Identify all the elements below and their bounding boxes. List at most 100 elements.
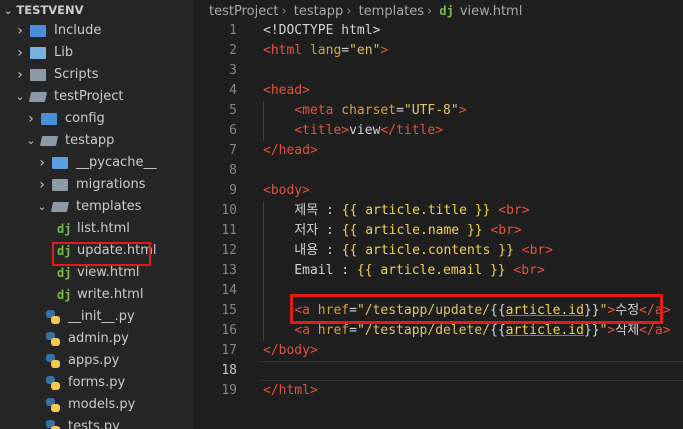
chevron-right-icon[interactable]: › (14, 20, 26, 42)
breadcrumb-item[interactable]: testapp (294, 4, 343, 19)
tree-item-apps-py[interactable]: apps.py (0, 350, 193, 372)
line-number: 16 (221, 323, 237, 338)
code-line[interactable]: 11 저자 : {{ article.name }} <br> (193, 221, 683, 241)
tree-item-templates[interactable]: ⌄ templates (0, 196, 193, 218)
tree-item-scripts[interactable]: › Scripts (0, 64, 193, 86)
tree-item-label: write.html (77, 287, 144, 302)
django-icon: dj (57, 288, 72, 302)
code-text: 저자 : {{ article.name }} <br> (263, 223, 522, 238)
chevron-right-icon[interactable]: › (36, 174, 48, 196)
indent-guide (263, 101, 264, 141)
django-icon: dj (57, 222, 72, 236)
python-icon (46, 376, 60, 390)
code-line[interactable]: 9 <body> (193, 181, 683, 201)
code-line[interactable]: 1 <!DOCTYPE html> (193, 21, 683, 41)
code-line[interactable]: 15 <a href="/testapp/update/{{article.id… (193, 301, 683, 321)
tree-item-label: __pycache__ (76, 155, 157, 170)
tree-item-label: __init__.py (68, 309, 135, 324)
line-number: 7 (229, 143, 237, 158)
tree-item-admin-py[interactable]: admin.py (0, 328, 193, 350)
chevron-right-icon[interactable]: › (36, 152, 48, 174)
code-text: <html lang="en"> (263, 43, 389, 58)
line-number: 8 (229, 163, 237, 178)
tree-item-config[interactable]: › config (0, 108, 193, 130)
tree-item-view-html[interactable]: dj view.html (0, 262, 193, 284)
chevron-right-icon[interactable]: › (14, 64, 26, 86)
chevron-right-icon[interactable]: › (14, 42, 26, 64)
code-line[interactable]: 14 (193, 281, 683, 301)
tree-item-label: Lib (54, 45, 74, 60)
breadcrumb-file[interactable]: view.html (460, 4, 523, 19)
line-number: 12 (221, 243, 237, 258)
breadcrumb-item[interactable]: templates (359, 4, 424, 19)
code-text: <head> (263, 83, 310, 98)
line-number: 10 (221, 203, 237, 218)
tree-item-forms-py[interactable]: forms.py (0, 372, 193, 394)
code-line[interactable]: 8 (193, 161, 683, 181)
tree-item-label: testapp (65, 133, 115, 148)
tree-item-label: testProject (54, 89, 124, 104)
code-line[interactable]: 19 </html> (193, 381, 683, 401)
chevron-right-icon: › (346, 4, 352, 19)
breadcrumb-item[interactable]: testProject (209, 4, 278, 19)
code-line[interactable]: 13 Email : {{ article.email }} <br> (193, 261, 683, 281)
line-number: 6 (229, 123, 237, 138)
code-line[interactable]: 2 <html lang="en"> (193, 41, 683, 61)
line-number: 19 (221, 383, 237, 398)
explorer-root[interactable]: ⌄ TESTVENV (0, 0, 193, 20)
code-line[interactable]: 6 <title>view</title> (193, 121, 683, 141)
chevron-right-icon: › (427, 4, 433, 19)
tree-item-label: Scripts (54, 67, 99, 82)
tree-item-lib[interactable]: › Lib (0, 42, 193, 64)
tree-item-label: list.html (77, 221, 130, 236)
line-number: 2 (229, 43, 237, 58)
code-line[interactable]: 16 <a href="/testapp/delete/{{article.id… (193, 321, 683, 341)
tree-item-init-py[interactable]: __init__.py (0, 306, 193, 328)
line-number: 18 (221, 363, 237, 378)
tree-item-tests-py[interactable]: tests.py (0, 416, 193, 429)
code-line[interactable]: 5 <meta charset="UTF-8"> (193, 101, 683, 121)
code-line[interactable]: 3 (193, 61, 683, 81)
tree-item-label: admin.py (68, 331, 129, 346)
folder-open-icon (28, 92, 48, 102)
line-number: 9 (229, 183, 237, 198)
explorer-root-label: TESTVENV (16, 3, 84, 17)
tree-item-update-html[interactable]: dj update.html (0, 240, 193, 262)
tree-item-label: view.html (77, 265, 140, 280)
tree-item-list-html[interactable]: dj list.html (0, 218, 193, 240)
chevron-right-icon: › (281, 4, 287, 19)
folder-scripts-icon (30, 69, 46, 81)
chevron-down-icon[interactable]: ⌄ (14, 86, 26, 108)
chevron-down-icon[interactable]: ⌄ (25, 130, 37, 152)
tree-item-include[interactable]: › Include (0, 20, 193, 42)
code-text: 제목 : {{ article.title }} <br> (263, 203, 530, 218)
tree-item-testapp[interactable]: ⌄ testapp (0, 130, 193, 152)
code-line[interactable]: 10 제목 : {{ article.title }} <br> (193, 201, 683, 221)
code-text: <title>view</title> (294, 123, 444, 138)
folder-pycache-icon (52, 157, 68, 169)
tree-item-label: migrations (76, 177, 146, 192)
code-line[interactable]: 18 (193, 361, 683, 381)
chevron-right-icon[interactable]: › (25, 108, 37, 130)
tree-item-write-html[interactable]: dj write.html (0, 284, 193, 306)
django-icon: dj (57, 266, 72, 280)
code-line[interactable]: 7 </head> (193, 141, 683, 161)
line-number: 15 (221, 303, 237, 318)
code-line[interactable]: 17 </body> (193, 341, 683, 361)
folder-config-icon (41, 113, 57, 125)
chevron-down-icon[interactable]: ⌄ (36, 196, 48, 218)
folder-library-icon (30, 47, 46, 59)
tree-item-label: apps.py (68, 353, 120, 368)
line-number: 5 (229, 103, 237, 118)
django-icon: dj (57, 244, 72, 258)
chevron-down-icon: ⌄ (4, 6, 13, 17)
tree-item-models-py[interactable]: models.py (0, 394, 193, 416)
tree-item-pycache[interactable]: › __pycache__ (0, 152, 193, 174)
code-editor[interactable]: testProject › testapp › templates › dj view.… (193, 0, 683, 429)
code-line[interactable]: 4 <head> (193, 81, 683, 101)
tree-item-testproject[interactable]: ⌄ testProject (0, 86, 193, 108)
folder-open-icon (50, 202, 70, 212)
code-line[interactable]: 12 내용 : {{ article.contents }} <br> (193, 241, 683, 261)
tree-item-label: tests.py (68, 419, 120, 429)
tree-item-migrations[interactable]: › migrations (0, 174, 193, 196)
